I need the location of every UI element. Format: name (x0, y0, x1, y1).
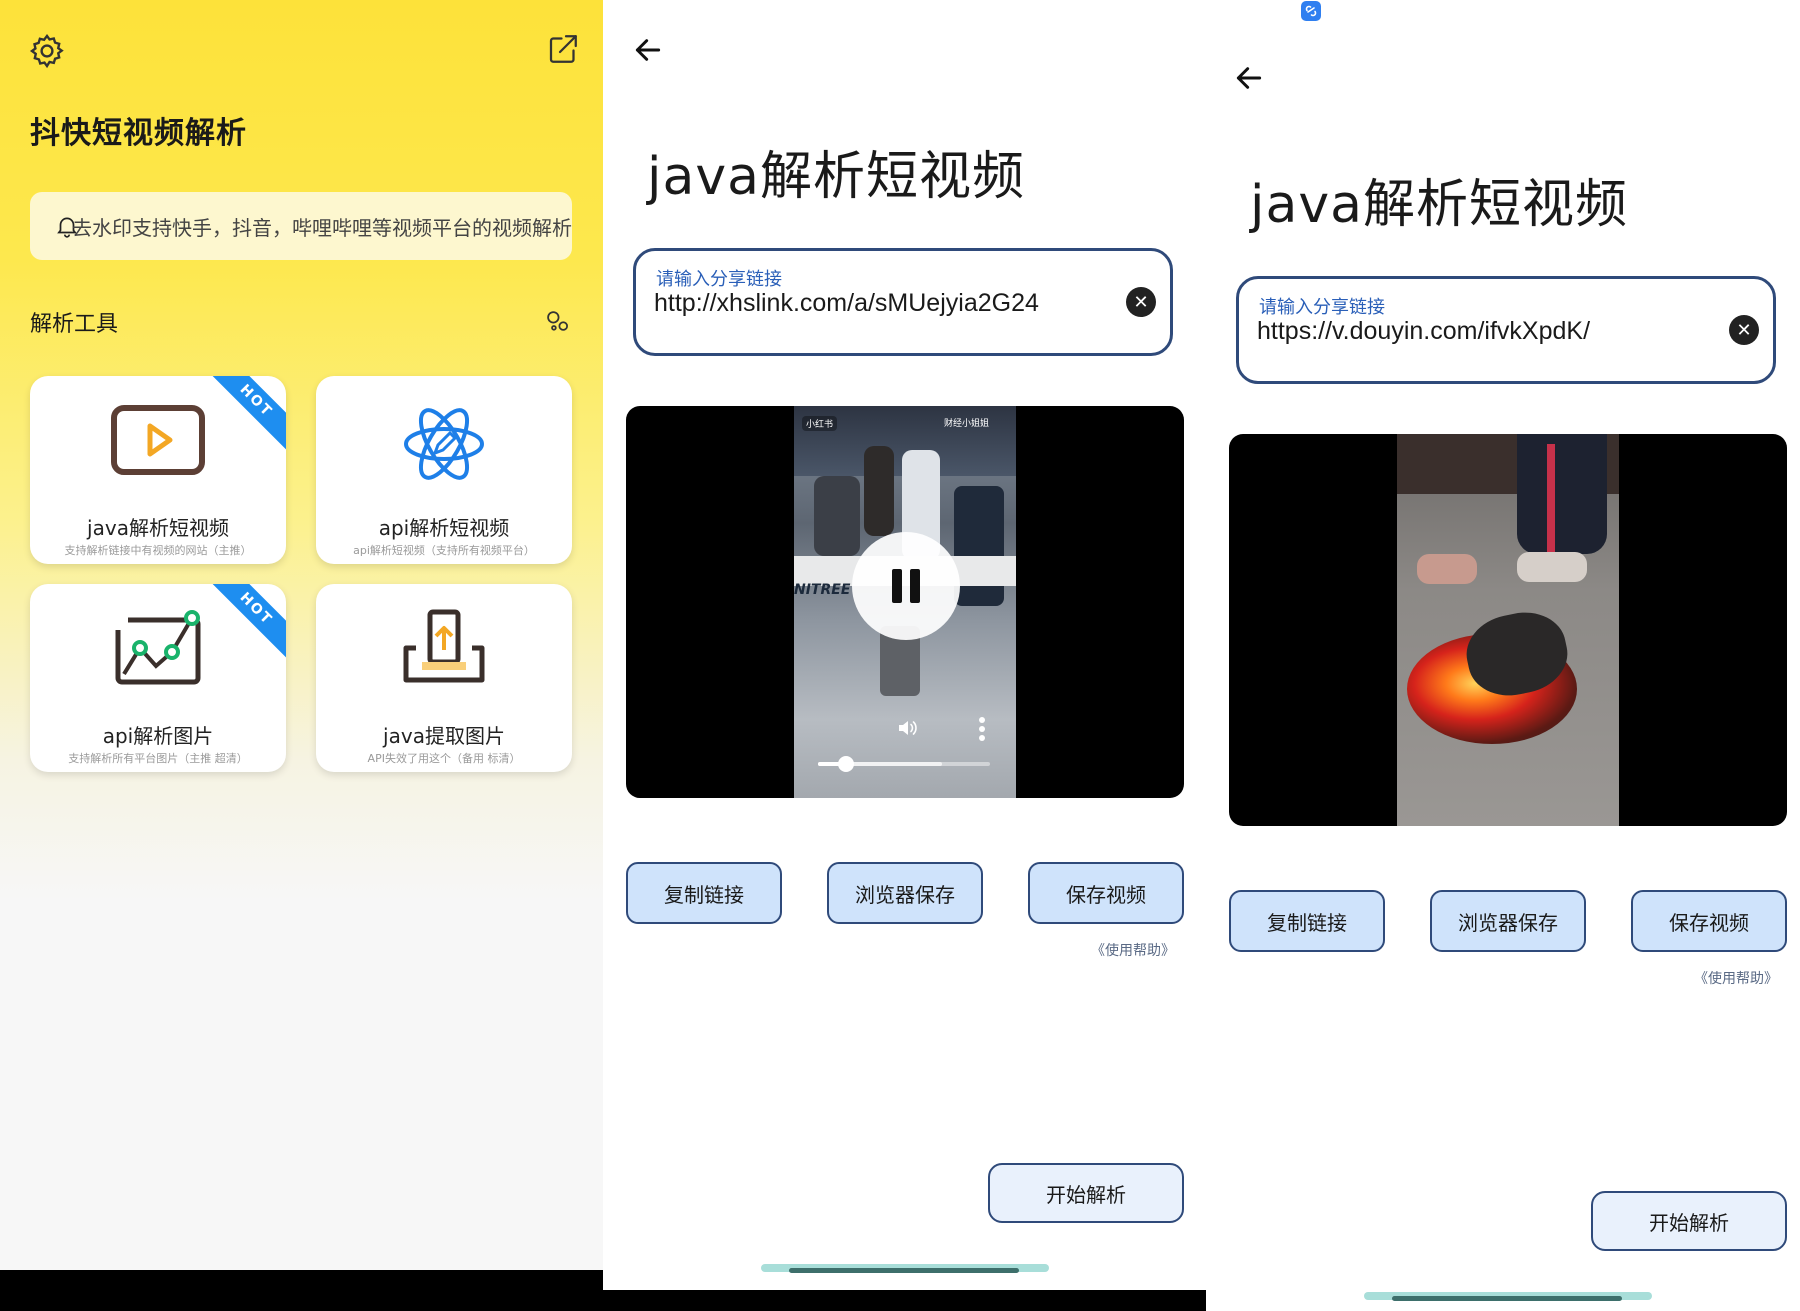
share-link-field[interactable]: 请输入分享链接 ✕ (633, 248, 1173, 356)
scene-shoe (1417, 554, 1477, 584)
card-title: api解析图片 (102, 724, 214, 748)
browser-save-button[interactable]: 浏览器保存 (827, 862, 983, 924)
scene-sign: NITREE (794, 582, 851, 598)
page-title: java解析短视频 (647, 147, 1025, 207)
notice-bar[interactable]: 去水印支持快手，抖音，哔哩哔哩等视频平台的视频解析 (30, 192, 572, 260)
chart-image-icon (30, 608, 286, 694)
floating-link-icon[interactable] (1300, 0, 1322, 22)
help-link[interactable]: 《使用帮助》 (1694, 968, 1778, 988)
share-link-input[interactable] (654, 289, 1124, 318)
progress-knob[interactable] (837, 756, 854, 772)
card-api-image[interactable]: HOT api解析图片 支持解析所有平台图片（主推 超清） (30, 584, 286, 772)
video-frame (1397, 434, 1619, 826)
video-player[interactable] (1229, 434, 1787, 826)
notice-text: 去水印支持快手，抖音，哔哩哔哩等视频平台的视频解析 (72, 215, 572, 240)
section-title: 解析工具 (30, 312, 119, 337)
card-subtitle: 支持解析链接中有视频的网站（主推） (64, 544, 252, 557)
pause-icon (892, 569, 920, 603)
detail-screen-a: java解析短视频 请输入分享链接 ✕ NITREE 小红书 财经小姐姐 (603, 0, 1206, 1290)
atom-pen-icon (316, 402, 572, 486)
scene-stripe (1547, 444, 1555, 554)
volume-icon[interactable] (894, 716, 920, 744)
video-play-icon (30, 402, 286, 482)
scene-legs (1517, 434, 1607, 554)
card-api-video[interactable]: api解析短视频 api解析短视频（支持所有视频平台） (316, 376, 572, 564)
share-link-input[interactable] (1257, 317, 1727, 346)
card-title: java提取图片 (383, 724, 505, 748)
card-java-image[interactable]: java提取图片 API失效了用这个（备用 标清） (316, 584, 572, 772)
save-video-button[interactable]: 保存视频 (1028, 862, 1184, 924)
scene-shoe (1517, 552, 1587, 582)
copy-link-button[interactable]: 复制链接 (626, 862, 782, 924)
scene-person (954, 486, 1004, 606)
scene-person (814, 476, 860, 556)
card-subtitle: api解析短视频（支持所有视频平台） (353, 544, 535, 557)
pause-button[interactable] (852, 532, 960, 640)
gesture-bar-handle (1392, 1296, 1622, 1301)
video-tag: 小红书 (802, 416, 838, 431)
back-arrow-icon[interactable] (1226, 58, 1272, 98)
tools-grid-icon[interactable] (542, 306, 574, 338)
more-options-icon[interactable] (978, 716, 986, 746)
clear-input-icon[interactable]: ✕ (1126, 287, 1156, 317)
start-parse-button[interactable]: 开始解析 (988, 1163, 1184, 1223)
copy-link-button[interactable]: 复制链接 (1229, 890, 1385, 952)
card-title: api解析短视频 (378, 516, 510, 540)
detail-screen-b: java解析短视频 请输入分享链接 ✕ 复制链接 浏览器保存 保存视频 《使用帮… (1206, 0, 1800, 1311)
scene-person (864, 446, 894, 536)
card-subtitle: API失效了用这个（备用 标清） (367, 752, 521, 765)
browser-save-button[interactable]: 浏览器保存 (1430, 890, 1586, 952)
upload-tray-icon (316, 604, 572, 690)
help-link[interactable]: 《使用帮助》 (1091, 940, 1175, 960)
share-link-field[interactable]: 请输入分享链接 ✕ (1236, 276, 1776, 384)
share-icon[interactable] (542, 28, 584, 70)
video-player[interactable]: NITREE 小红书 财经小姐姐 (626, 406, 1184, 798)
video-frame: NITREE 小红书 财经小姐姐 (794, 406, 1016, 798)
app-title: 抖快短视频解析 (30, 116, 247, 151)
home-screen: 抖快短视频解析 去水印支持快手，抖音，哔哩哔哩等视频平台的视频解析 解析工具 H… (0, 0, 603, 1270)
field-label: 请输入分享链接 (1259, 297, 1385, 318)
page-title: java解析短视频 (1250, 175, 1628, 235)
back-arrow-icon[interactable] (625, 30, 671, 70)
gesture-bar-handle (789, 1268, 1019, 1273)
card-subtitle: 支持解析所有平台图片（主推 超清） (68, 752, 248, 765)
settings-gear-icon[interactable] (24, 28, 70, 74)
field-label: 请输入分享链接 (656, 269, 782, 290)
card-java-video[interactable]: HOT java解析短视频 支持解析链接中有视频的网站（主推） (30, 376, 286, 564)
video-author: 财经小姐姐 (944, 419, 990, 429)
clear-input-icon[interactable]: ✕ (1729, 315, 1759, 345)
start-parse-button[interactable]: 开始解析 (1591, 1191, 1787, 1251)
save-video-button[interactable]: 保存视频 (1631, 890, 1787, 952)
progress-track[interactable] (818, 756, 990, 772)
card-title: java解析短视频 (87, 516, 229, 540)
